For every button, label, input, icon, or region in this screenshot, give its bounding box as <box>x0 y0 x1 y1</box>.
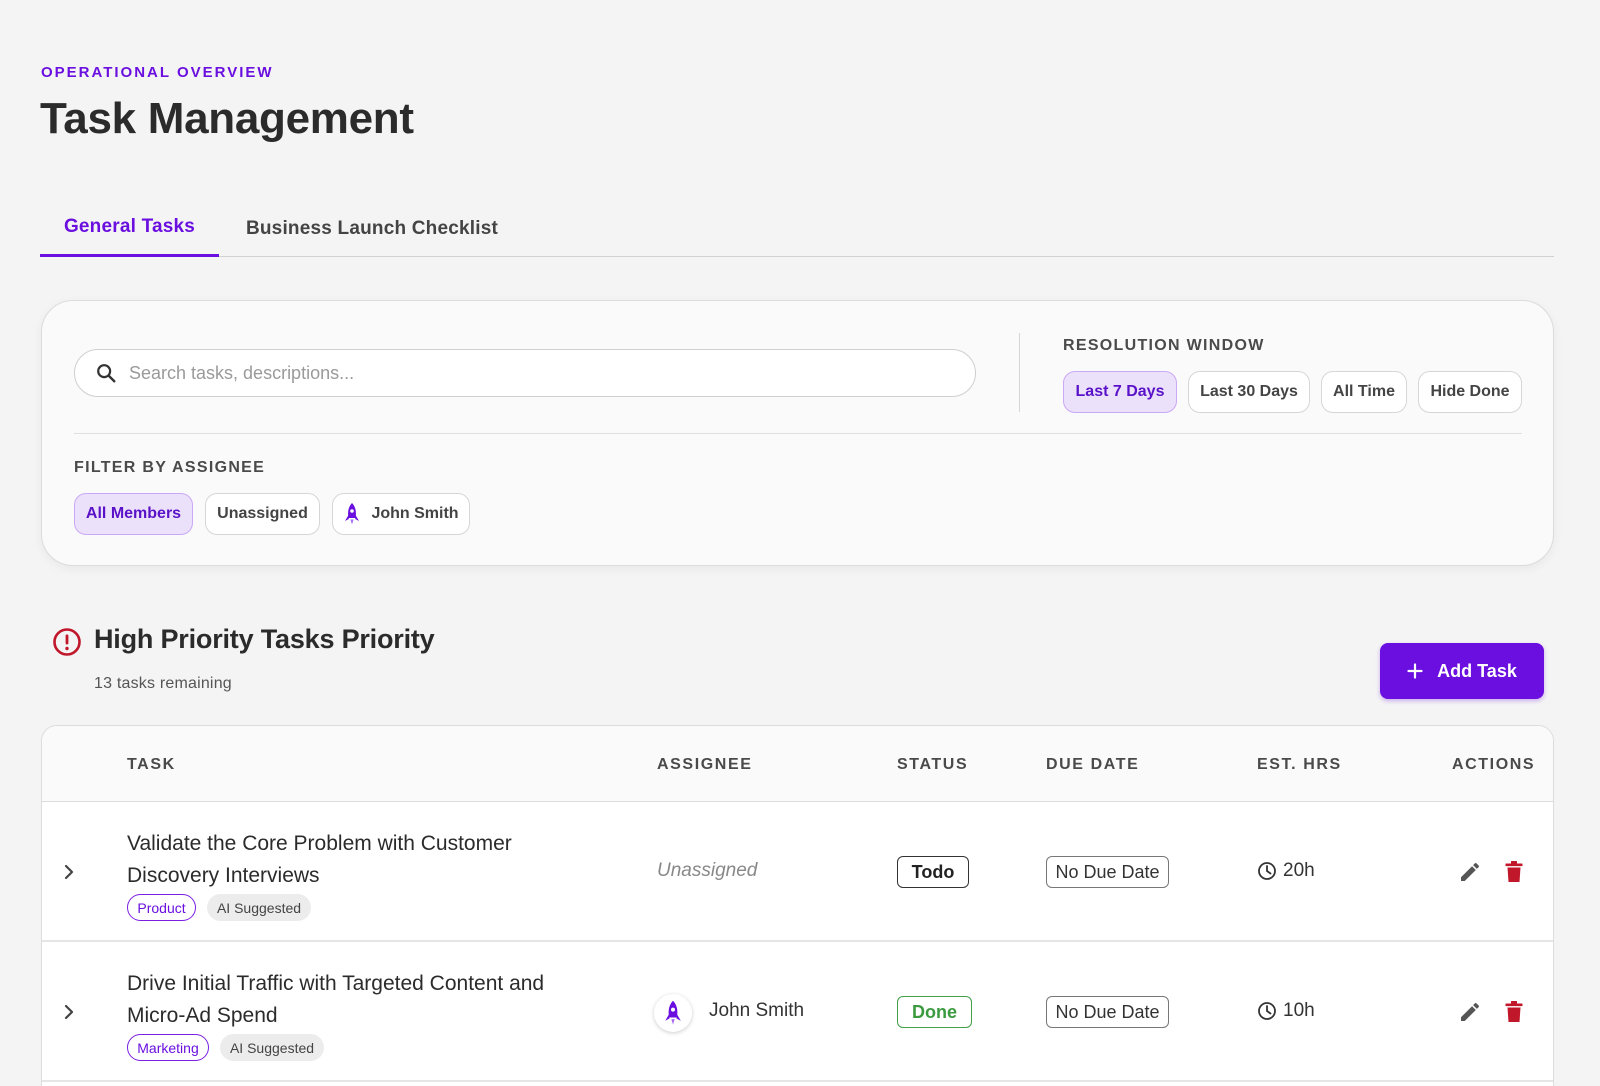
clock-icon <box>1258 862 1276 880</box>
table-row[interactable]: Drive Initial Traffic with Targeted Cont… <box>42 942 1553 1082</box>
add-task-button[interactable]: Add Task <box>1380 643 1544 699</box>
chip-hide-done[interactable]: Hide Done <box>1418 371 1522 413</box>
column-header-assignee: ASSIGNEE <box>657 756 753 773</box>
chip-unassigned[interactable]: Unassigned <box>205 493 320 535</box>
edit-icon[interactable] <box>1458 1000 1482 1024</box>
edit-icon[interactable] <box>1458 860 1482 884</box>
column-header-task: TASK <box>127 756 176 773</box>
estimated-hours: 20h <box>1257 860 1315 882</box>
section-title: High Priority Tasks Priority <box>94 624 435 654</box>
assignee-unassigned: Unassigned <box>657 860 758 881</box>
chip-all-time[interactable]: All Time <box>1321 371 1407 413</box>
status-badge[interactable]: Done <box>897 996 972 1028</box>
estimated-hours-value: 10h <box>1283 1000 1315 1021</box>
resolution-window-label: RESOLUTION WINDOW <box>1063 337 1265 354</box>
status-badge[interactable]: Todo <box>897 856 969 888</box>
page-title: Task Management <box>40 94 414 143</box>
tag-category: Product <box>127 894 196 921</box>
due-date-badge[interactable]: No Due Date <box>1046 856 1169 888</box>
filter-by-assignee-label: FILTER BY ASSIGNEE <box>74 459 266 476</box>
chip-all-members[interactable]: All Members <box>74 493 193 535</box>
search-icon <box>97 364 116 383</box>
chip-last-30-days[interactable]: Last 30 Days <box>1188 371 1310 413</box>
chip-john-smith[interactable]: John Smith <box>332 493 470 535</box>
avatar <box>654 994 692 1032</box>
delete-icon[interactable] <box>1503 1000 1525 1024</box>
estimated-hours: 10h <box>1257 1000 1315 1022</box>
column-header-actions: ACTIONS <box>1452 756 1536 773</box>
column-header-est-hrs: EST. HRS <box>1257 756 1342 773</box>
clock-icon <box>1258 1002 1276 1020</box>
tag-category: Marketing <box>127 1034 209 1061</box>
tab-bar: General Tasks Business Launch Checklist <box>40 200 1554 257</box>
search-input[interactable] <box>129 362 949 384</box>
task-title[interactable]: Validate the Core Problem with Customer … <box>127 828 567 892</box>
table-header: TASK ASSIGNEE STATUS DUE DATE EST. HRS A… <box>42 726 1553 802</box>
tag-ai-suggested: AI Suggested <box>220 1034 324 1061</box>
task-title[interactable]: Drive Initial Traffic with Targeted Cont… <box>127 968 567 1032</box>
search-field[interactable] <box>74 349 976 397</box>
tab-general-tasks[interactable]: General Tasks <box>40 200 219 257</box>
column-header-status: STATUS <box>897 756 969 773</box>
chevron-right-icon[interactable] <box>62 1002 76 1022</box>
estimated-hours-value: 20h <box>1283 860 1315 881</box>
tag-ai-suggested: AI Suggested <box>207 894 311 921</box>
chip-last-7-days[interactable]: Last 7 Days <box>1063 371 1177 413</box>
alert-circle-icon <box>53 628 81 656</box>
column-header-due-date: DUE DATE <box>1046 756 1140 773</box>
assignee-name: John Smith <box>709 1000 805 1021</box>
tasks-remaining-count: 13 tasks remaining <box>94 675 232 692</box>
task-table: TASK ASSIGNEE STATUS DUE DATE EST. HRS A… <box>41 725 1554 1086</box>
rocket-icon <box>345 503 360 525</box>
filter-card: RESOLUTION WINDOW Last 7 Days Last 30 Da… <box>41 300 1554 566</box>
add-task-button-label: Add Task <box>1437 660 1517 681</box>
table-row[interactable]: Validate the Core Problem with Customer … <box>42 802 1553 942</box>
rocket-icon <box>665 1000 681 1025</box>
page-eyebrow: OPERATIONAL OVERVIEW <box>41 64 274 81</box>
due-date-badge[interactable]: No Due Date <box>1046 996 1169 1028</box>
chip-john-smith-label: John Smith <box>371 505 459 522</box>
filter-divider-vertical <box>1019 333 1020 412</box>
tab-business-launch-checklist[interactable]: Business Launch Checklist <box>234 200 510 257</box>
delete-icon[interactable] <box>1503 860 1525 884</box>
filter-divider-horizontal <box>74 433 1522 434</box>
chevron-right-icon[interactable] <box>62 862 76 882</box>
plus-icon <box>1407 663 1423 679</box>
